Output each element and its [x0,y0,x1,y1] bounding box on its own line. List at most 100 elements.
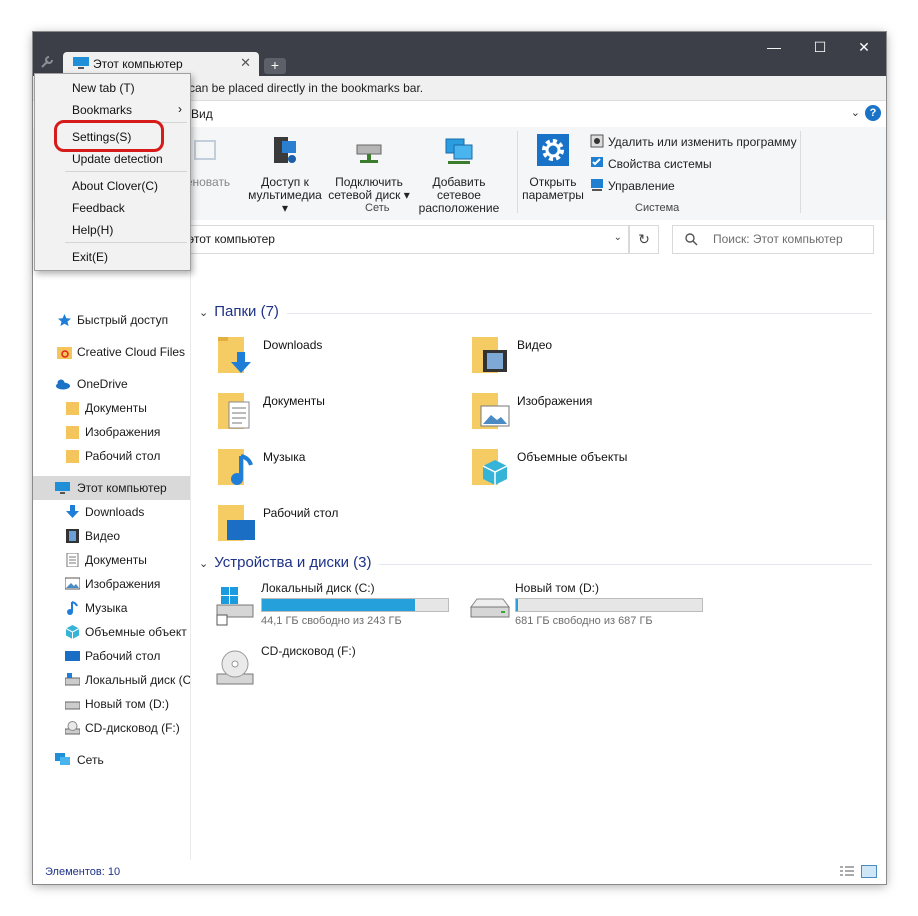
media-access-button[interactable]: Доступ к мультимедиа ▾ [245,133,325,215]
ribbon-separator [517,131,518,213]
minimize-button[interactable]: — [751,32,797,62]
uninstall-program-button[interactable]: Удалить или изменить программу [590,134,797,149]
drive-d-name: Новый том (D:) [515,581,599,595]
menu-help[interactable]: Help(H) [35,219,190,241]
nav-documents[interactable]: Документы [33,548,190,572]
nav-video-label: Видео [85,529,121,543]
group-system-label: Система [635,202,680,214]
ribbon-separator [800,131,801,213]
status-bar: Элементов: 10 [33,860,886,884]
drive-c-usage-fill [262,599,415,611]
nav-music-label: Музыка [85,601,128,615]
chevron-right-icon: › [178,102,182,116]
menu-exit[interactable]: Exit(E) [35,246,190,268]
manage-icon [591,179,603,191]
folder-3d-objects-label: Объемные объекты [517,450,628,464]
nav-new-volume[interactable]: Новый том (D:) [33,692,190,716]
desktop-folder-icon [218,505,255,541]
nav-3d-objects[interactable]: Объемные объект [33,620,190,644]
nav-downloads[interactable]: Downloads [33,500,190,524]
nav-images[interactable]: Изображения [33,572,190,596]
computer-icon [73,57,89,69]
maximize-button[interactable]: ☐ [797,32,843,62]
star-icon [58,314,71,326]
nav-desktop[interactable]: Рабочий стол [33,644,190,668]
add-network-location-button[interactable]: Добавить сетевое расположение [409,133,509,215]
menu-bookmarks-label: Bookmarks [72,103,133,117]
hard-drive-icon [470,598,510,618]
drive-c-free: 44,1 ГБ свободно из 243 ГБ [261,615,402,627]
windows-drive-icon [216,587,254,626]
document-icon [66,553,79,567]
folder-images[interactable]: Изображения [471,386,711,438]
refresh-button[interactable]: ↻ [629,225,659,254]
drive-cd-f[interactable]: CD-дисковод (F:) [215,644,455,700]
folder-documents[interactable]: Документы [217,386,457,438]
search-input[interactable]: Поиск: Этот компьютер [672,225,874,254]
menu-bookmarks[interactable]: Bookmarks › [35,99,190,121]
nav-this-pc[interactable]: Этот компьютер [33,476,190,500]
tab-close-icon[interactable]: ✕ [240,55,251,71]
nav-od-desktop[interactable]: Рабочий стол [33,444,190,468]
menu-new-tab[interactable]: New tab (T) [35,77,190,99]
address-path: этот компьютер [188,232,275,246]
nav-cd-drive-label: CD-дисковод (F:) [85,721,180,735]
settings-highlight-annotation [54,120,164,152]
menu-about[interactable]: About Clover(C) [35,175,190,197]
system-properties-button[interactable]: Свойства системы [590,156,712,171]
music-note-icon [67,601,78,615]
address-bar[interactable]: этот компьютер ⌄ [183,225,629,254]
drive-c-usage-bar [261,598,449,612]
open-settings-button[interactable]: Открыть параметры [521,133,585,202]
nav-cd-drive[interactable]: CD-дисковод (F:) [33,716,190,740]
tab-view[interactable]: Вид [191,107,213,121]
media-access-line2: мультимедиа ▾ [248,188,322,215]
nav-od-documents[interactable]: Документы [33,396,190,420]
item-count: Элементов: 10 [45,866,121,878]
map-drive-button[interactable]: Подключить сетевой диск ▾ [327,133,411,202]
manage-button[interactable]: Управление [590,178,675,193]
close-button[interactable]: ✕ [841,32,886,62]
nav-network-label: Сеть [77,753,104,767]
nav-od-images[interactable]: Изображения [33,420,190,444]
images-folder-icon [472,393,510,429]
folder-desktop[interactable]: Рабочий стол [217,498,457,550]
picture-icon [65,577,80,590]
folder-downloads[interactable]: Downloads [217,330,457,382]
chevron-down-icon: ⌄ [199,558,209,570]
wrench-icon[interactable] [39,54,55,70]
nav-network[interactable]: Сеть [33,748,190,772]
menu-feedback[interactable]: Feedback [35,197,190,219]
nav-quick-access-label: Быстрый доступ [77,313,169,327]
drive-new-volume-d[interactable]: Новый том (D:) 681 ГБ свободно из 687 ГБ [469,581,709,637]
nav-onedrive[interactable]: OneDrive [33,372,190,396]
uninstall-label: Удалить или изменить программу [608,135,797,149]
nav-od-images-label: Изображения [85,425,161,439]
nav-video[interactable]: Видео [33,524,190,548]
documents-folder-icon [218,393,250,429]
add-location-line2: расположение [418,201,500,215]
large-icons-view-icon[interactable] [861,865,877,878]
search-placeholder: Поиск: Этот компьютер [713,232,843,246]
nav-quick-access[interactable]: Быстрый доступ [33,308,190,332]
new-tab-button[interactable]: + [264,58,286,74]
nav-local-disk[interactable]: Локальный диск (С [33,668,190,692]
folder-video[interactable]: Видео [471,330,711,382]
nav-creative-cloud[interactable]: Creative Cloud Files [33,340,190,364]
folder-music[interactable]: Музыка [217,442,457,494]
details-view-icon[interactable] [839,865,855,878]
folders-section-header[interactable]: ⌄ Папки (7) [199,303,279,320]
chevron-down-icon: ⌄ [199,307,209,319]
folder-3d-objects[interactable]: Объемные объекты [471,442,711,494]
film-icon [66,529,79,543]
devices-section-header[interactable]: ⌄ Устройства и диски (3) [199,554,371,571]
drive-d-free: 681 ГБ свободно из 687 ГБ [515,615,653,627]
ribbon-collapse-icon[interactable]: ⌄ [851,106,860,119]
menu-update-label: Update detection [72,152,163,166]
drive-local-c[interactable]: Локальный диск (C:) 44,1 ГБ свободно из … [215,581,455,637]
nav-music[interactable]: Музыка [33,596,190,620]
help-icon[interactable]: ? [865,105,881,121]
address-dropdown-icon[interactable]: ⌄ [614,232,622,243]
settings-gear-icon [537,134,569,166]
cd-drive-icon [65,721,80,735]
